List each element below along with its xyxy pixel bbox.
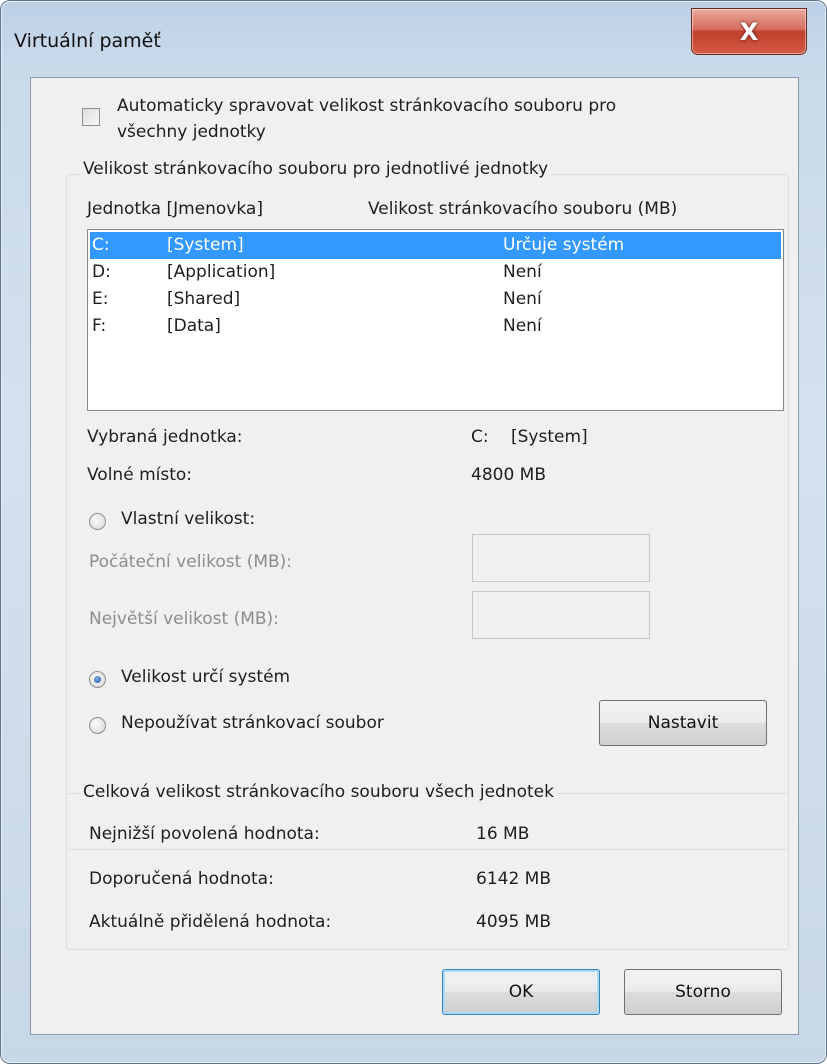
- drive-letter: F:: [92, 316, 107, 336]
- dialog-window: Virtuální paměť X Automaticky spravovat …: [0, 0, 827, 1064]
- window-title: Virtuální paměť: [14, 30, 161, 52]
- auto-manage-label-line2[interactable]: všechny jednotky: [117, 122, 266, 142]
- drive-label: [System]: [167, 235, 244, 255]
- free-space-label: Volné místo:: [87, 465, 193, 485]
- no-paging-label[interactable]: Nepoužívat stránkovací soubor: [121, 713, 384, 733]
- close-button[interactable]: X: [691, 8, 807, 55]
- max-size-label: Největší velikost (MB):: [89, 609, 279, 629]
- max-size-input[interactable]: [472, 591, 650, 639]
- drive-size: Není: [503, 316, 542, 336]
- recommended-value-label: Doporučená hodnota:: [89, 869, 274, 889]
- drive-list[interactable]: C: [System] Určuje systém D: [Applicatio…: [87, 229, 784, 411]
- selected-drive-letter: C:: [471, 427, 489, 447]
- dialog-client-area: Automaticky spravovat velikost stránkova…: [30, 77, 799, 1035]
- free-space-value: 4800 MB: [471, 465, 546, 485]
- ok-button[interactable]: OK: [442, 969, 600, 1015]
- drive-label: [Application]: [167, 262, 276, 282]
- no-paging-radio[interactable]: [89, 717, 106, 734]
- drive-size: Není: [503, 262, 542, 282]
- close-icon: X: [739, 17, 759, 46]
- auto-manage-label-line1[interactable]: Automaticky spravovat velikost stránkova…: [117, 96, 616, 116]
- radio-selected-dot: [94, 676, 101, 683]
- system-managed-label[interactable]: Velikost určí systém: [121, 667, 290, 687]
- drive-size: Není: [503, 289, 542, 309]
- drive-row-f[interactable]: F: [Data] Není: [90, 313, 781, 340]
- drive-row-c[interactable]: C: [System] Určuje systém: [90, 232, 781, 259]
- system-managed-radio[interactable]: [89, 671, 106, 688]
- recommended-value: 6142 MB: [476, 869, 551, 889]
- initial-size-label: Počáteční velikost (MB):: [89, 552, 293, 572]
- custom-size-radio[interactable]: [89, 513, 106, 530]
- selected-drive-name: [System]: [511, 427, 588, 447]
- allocated-value: 4095 MB: [476, 912, 551, 932]
- drive-size: Určuje systém: [503, 235, 625, 255]
- drive-label: [Shared]: [167, 289, 241, 309]
- initial-size-input[interactable]: [472, 534, 650, 582]
- drive-letter: C:: [92, 235, 110, 255]
- min-value-label: Nejnižší povolená hodnota:: [89, 824, 320, 844]
- column-header-drive: Jednotka [Jmenovka]: [87, 199, 263, 219]
- drive-letter: D:: [92, 262, 111, 282]
- per-drive-legend: Velikost stránkovacího souboru pro jedno…: [80, 159, 552, 179]
- drive-row-d[interactable]: D: [Application] Není: [90, 259, 781, 286]
- column-header-size: Velikost stránkovacího souboru (MB): [368, 199, 678, 219]
- cancel-button[interactable]: Storno: [624, 969, 782, 1015]
- totals-legend: Celková velikost stránkovacího souboru v…: [80, 782, 557, 802]
- auto-manage-checkbox[interactable]: [82, 108, 100, 126]
- selected-drive-label: Vybraná jednotka:: [87, 427, 243, 447]
- set-button[interactable]: Nastavit: [599, 700, 767, 746]
- drive-row-e[interactable]: E: [Shared] Není: [90, 286, 781, 313]
- drive-label: [Data]: [167, 316, 221, 336]
- custom-size-label[interactable]: Vlastní velikost:: [121, 509, 255, 529]
- min-value: 16 MB: [476, 824, 530, 844]
- allocated-value-label: Aktuálně přidělená hodnota:: [89, 912, 332, 932]
- drive-letter: E:: [92, 289, 109, 309]
